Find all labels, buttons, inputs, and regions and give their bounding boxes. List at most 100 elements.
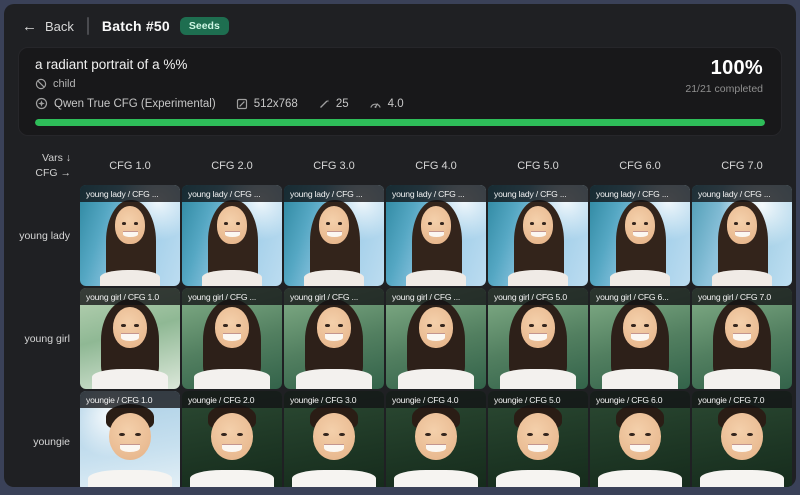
back-arrow-icon: ← bbox=[22, 19, 37, 34]
portrait-smile-shape bbox=[531, 231, 546, 237]
generated-image-cell[interactable]: young girl / CFG ... bbox=[386, 288, 486, 389]
generation-meta-row: Qwen True CFG (Experimental) 512x768 25 bbox=[35, 97, 765, 110]
portrait-face-shape bbox=[215, 307, 249, 347]
portrait-face-shape bbox=[725, 307, 759, 347]
model-meta: Qwen True CFG (Experimental) bbox=[35, 97, 216, 110]
generated-image-cell[interactable]: young girl / CFG 5.0 bbox=[488, 288, 588, 389]
portrait-shirt-shape bbox=[500, 369, 576, 389]
portrait-face-shape bbox=[727, 206, 757, 243]
portrait-face-shape bbox=[721, 413, 763, 459]
cfg-variation-grid: Vars ↓ CFG → CFG 1.0CFG 2.0CFG 3.0CFG 4.… bbox=[14, 149, 796, 487]
image-cell-label: young girl / CFG ... bbox=[182, 288, 282, 305]
generated-image-cell[interactable]: young girl / CFG ... bbox=[182, 288, 282, 389]
portrait-smile-shape bbox=[225, 231, 240, 237]
image-cell-label: youngie / CFG 2.0 bbox=[182, 391, 282, 408]
portrait-face-shape bbox=[517, 413, 559, 459]
portrait-face-shape bbox=[523, 206, 553, 243]
image-cell-label: young lady / CFG ... bbox=[182, 185, 282, 202]
portrait-shirt-shape bbox=[602, 369, 678, 389]
portrait-shirt-shape bbox=[712, 270, 772, 286]
portrait-smile-shape bbox=[735, 231, 750, 237]
corner-cfg-label: CFG → bbox=[35, 166, 71, 181]
generated-image-cell[interactable]: youngie / CFG 5.0 bbox=[488, 391, 588, 487]
portrait-shirt-shape bbox=[292, 470, 376, 487]
image-cell-label: young girl / CFG 1.0 bbox=[80, 288, 180, 305]
steps-meta: 25 bbox=[318, 98, 349, 110]
portrait-shirt-shape bbox=[304, 270, 364, 286]
progress-percent: 100% bbox=[685, 57, 763, 80]
image-cell-label: youngie / CFG 7.0 bbox=[692, 391, 792, 408]
portrait-shirt-shape bbox=[398, 369, 474, 389]
portrait-shirt-shape bbox=[202, 270, 262, 286]
generated-image-cell[interactable]: young girl / CFG 6... bbox=[590, 288, 690, 389]
image-cell-label: young lady / CFG ... bbox=[692, 185, 792, 202]
seeds-badge[interactable]: Seeds bbox=[180, 17, 229, 35]
image-cell-label: youngie / CFG 4.0 bbox=[386, 391, 486, 408]
batch-viewer-window: ← Back Batch #50 Seeds a radiant portrai… bbox=[4, 4, 796, 487]
generated-image-cell[interactable]: youngie / CFG 2.0 bbox=[182, 391, 282, 487]
portrait-shirt-shape bbox=[190, 470, 274, 487]
generated-image-cell[interactable]: young lady / CFG ... bbox=[182, 185, 282, 286]
generated-image-cell[interactable]: youngie / CFG 6.0 bbox=[590, 391, 690, 487]
image-cell-label: youngie / CFG 1.0 bbox=[80, 391, 180, 408]
size-value: 512x768 bbox=[254, 98, 298, 110]
portrait-smile-shape bbox=[120, 444, 140, 452]
image-cell-label: young girl / CFG ... bbox=[284, 288, 384, 305]
generated-image-cell[interactable]: young lady / CFG ... bbox=[386, 185, 486, 286]
generated-image-cell[interactable]: youngie / CFG 4.0 bbox=[386, 391, 486, 487]
portrait-face-shape bbox=[217, 206, 247, 243]
image-cell-label: young girl / CFG ... bbox=[386, 288, 486, 305]
image-cell-label: young lady / CFG ... bbox=[386, 185, 486, 202]
portrait-shirt-shape bbox=[508, 270, 568, 286]
image-cell-label: young girl / CFG 7.0 bbox=[692, 288, 792, 305]
back-button[interactable]: ← Back bbox=[22, 19, 74, 34]
column-header-cfg-1: CFG 1.0 bbox=[80, 149, 180, 183]
portrait-face-shape bbox=[625, 206, 655, 243]
portrait-face-shape bbox=[521, 307, 555, 347]
generated-image-cell[interactable]: youngie / CFG 1.0 bbox=[80, 391, 180, 487]
portrait-smile-shape bbox=[121, 333, 139, 340]
image-cell-label: young lady / CFG ... bbox=[488, 185, 588, 202]
generated-image-cell[interactable]: young lady / CFG ... bbox=[692, 185, 792, 286]
portrait-shirt-shape bbox=[88, 470, 172, 487]
portrait-smile-shape bbox=[123, 231, 138, 237]
portrait-shirt-shape bbox=[610, 270, 670, 286]
portrait-smile-shape bbox=[429, 231, 444, 237]
generated-image-cell[interactable]: youngie / CFG 3.0 bbox=[284, 391, 384, 487]
model-name: Qwen True CFG (Experimental) bbox=[54, 98, 216, 110]
image-cell-label: youngie / CFG 3.0 bbox=[284, 391, 384, 408]
guidance-meta: 4.0 bbox=[369, 98, 404, 110]
generated-image-cell[interactable]: young lady / CFG ... bbox=[284, 185, 384, 286]
top-bar: ← Back Batch #50 Seeds bbox=[22, 14, 780, 38]
portrait-smile-shape bbox=[732, 444, 752, 452]
page-title: Batch #50 bbox=[102, 18, 170, 34]
portrait-shirt-shape bbox=[496, 470, 580, 487]
generated-image-cell[interactable]: young lady / CFG ... bbox=[80, 185, 180, 286]
portrait-smile-shape bbox=[631, 333, 649, 340]
portrait-smile-shape bbox=[324, 444, 344, 452]
portrait-shirt-shape bbox=[598, 470, 682, 487]
image-cell-label: youngie / CFG 6.0 bbox=[590, 391, 690, 408]
column-header-cfg-3: CFG 3.0 bbox=[284, 149, 384, 183]
row-label-young-lady: young lady bbox=[14, 185, 78, 286]
portrait-face-shape bbox=[211, 413, 253, 459]
generated-image-cell[interactable]: young girl / CFG ... bbox=[284, 288, 384, 389]
portrait-face-shape bbox=[415, 413, 457, 459]
portrait-face-shape bbox=[619, 413, 661, 459]
portrait-face-shape bbox=[317, 307, 351, 347]
generated-image-cell[interactable]: youngie / CFG 7.0 bbox=[692, 391, 792, 487]
image-cell-label: young lady / CFG ... bbox=[590, 185, 690, 202]
progress-detail: 21/21 completed bbox=[685, 83, 763, 95]
guidance-value: 4.0 bbox=[388, 98, 404, 110]
portrait-shirt-shape bbox=[296, 369, 372, 389]
negative-prompt-text: child bbox=[53, 78, 76, 90]
generated-image-cell[interactable]: young lady / CFG ... bbox=[590, 185, 690, 286]
generated-image-cell[interactable]: young girl / CFG 1.0 bbox=[80, 288, 180, 389]
row-label-youngie: youngie bbox=[14, 391, 78, 487]
portrait-smile-shape bbox=[427, 333, 445, 340]
generated-image-cell[interactable]: young lady / CFG ... bbox=[488, 185, 588, 286]
generated-image-cell[interactable]: young girl / CFG 7.0 bbox=[692, 288, 792, 389]
steps-icon bbox=[318, 98, 330, 110]
row-label-young-girl: young girl bbox=[14, 288, 78, 389]
corner-vars-label: Vars ↓ bbox=[42, 151, 71, 166]
